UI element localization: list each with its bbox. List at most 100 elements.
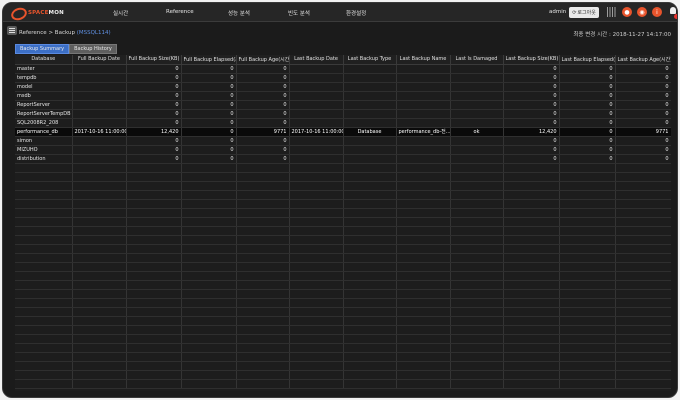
empty-cell (559, 181, 616, 191)
column-header[interactable]: Last Backup Type (343, 55, 397, 65)
table-cell (289, 118, 344, 128)
empty-cell (503, 298, 560, 308)
table-cell: 0 (126, 154, 182, 164)
column-header[interactable]: Full Backup Age(시간) (236, 55, 290, 65)
empty-cell (15, 172, 73, 182)
column-header[interactable]: Last Backup Name (396, 55, 451, 65)
nav-reference[interactable]: Reference (166, 9, 194, 15)
tab-backup-summary[interactable]: Backup Summary (15, 44, 70, 54)
column-header[interactable]: Last Is Damaged (450, 55, 504, 65)
table-row[interactable]: model 0 0 0 0 0 0 (15, 82, 671, 92)
empty-cell (503, 208, 560, 218)
column-header[interactable]: Database (15, 55, 73, 65)
empty-cell (343, 271, 397, 281)
table-row[interactable]: distribution 0 0 0 0 0 0 (15, 154, 671, 164)
table-cell (72, 82, 127, 92)
empty-cell (450, 307, 504, 317)
table-row[interactable]: ReportServer 0 0 0 0 0 0 (15, 100, 671, 110)
table-cell: 0 (181, 109, 237, 119)
empty-cell (615, 253, 671, 263)
nav-frequency-analysis[interactable]: 빈도 분석 (288, 9, 310, 17)
empty-cell (343, 307, 397, 317)
empty-cell (289, 343, 344, 353)
table-cell (396, 64, 451, 74)
empty-cell (126, 235, 182, 245)
logout-button[interactable]: ⟳ 로그아웃 (569, 7, 599, 18)
empty-cell (615, 244, 671, 254)
user-icon[interactable]: ● (622, 7, 632, 17)
table-cell (289, 91, 344, 101)
table-cell (450, 82, 504, 92)
table-cell: 0 (126, 64, 182, 74)
table-row[interactable]: SQL2008R2_208 0 0 0 0 0 0 (15, 118, 671, 128)
empty-cell (289, 199, 344, 209)
empty-cell (15, 199, 73, 209)
column-header[interactable]: Last Backup Date (289, 55, 344, 65)
empty-cell (236, 361, 290, 371)
empty-cell (236, 163, 290, 173)
empty-cell (503, 379, 560, 389)
table-row[interactable]: master 0 0 0 0 0 0 (15, 64, 671, 74)
empty-cell (343, 289, 397, 299)
empty-cell (126, 298, 182, 308)
nav-performance-analysis[interactable]: 성능 분석 (228, 9, 250, 17)
empty-cell (72, 172, 127, 182)
table-cell (396, 136, 451, 146)
column-header[interactable]: Last Backup Size(KB) (503, 55, 560, 65)
table-row[interactable]: performance_db 2017-10-16 11:00:00 12,420 0… (15, 127, 671, 137)
app-logo[interactable]: SPACEMON (11, 6, 64, 19)
empty-cell (503, 352, 560, 362)
settings-icon[interactable]: ◉ (637, 7, 647, 17)
empty-cell (72, 271, 127, 281)
table-row[interactable]: msdb 0 0 0 0 0 0 (15, 91, 671, 101)
empty-cell (503, 289, 560, 299)
empty-cell (559, 361, 616, 371)
table-cell: 0 (181, 127, 237, 137)
table-row[interactable]: MIZUHO 0 0 0 0 0 0 (15, 145, 671, 155)
menu-toggle-icon[interactable] (7, 26, 17, 35)
grid-icon[interactable] (607, 7, 617, 17)
empty-cell (396, 289, 451, 299)
column-header[interactable]: Full Backup Date (72, 55, 127, 65)
table-row[interactable]: ReportServerTempDB 0 0 0 0 0 0 (15, 109, 671, 119)
empty-cell (126, 253, 182, 263)
empty-cell (72, 253, 127, 263)
table-cell: ReportServerTempDB (15, 109, 73, 119)
table-cell: 0 (615, 64, 671, 74)
empty-table-row (15, 289, 671, 299)
nav-settings[interactable]: 환경설정 (346, 9, 366, 17)
empty-cell (559, 316, 616, 326)
info-icon[interactable]: i (652, 7, 662, 17)
empty-cell (289, 208, 344, 218)
table-cell: 2017-10-16 11:00:00 (289, 127, 344, 137)
empty-cell (396, 298, 451, 308)
empty-cell (559, 208, 616, 218)
empty-cell (289, 226, 344, 236)
column-header[interactable]: Full Backup Elapsed(초) (181, 55, 237, 65)
empty-cell (615, 217, 671, 227)
column-header[interactable]: Last Backup Elapsed(초) (559, 55, 616, 65)
breadcrumb-instance[interactable]: (MSSQL114) (77, 30, 111, 36)
empty-cell (289, 352, 344, 362)
column-header[interactable]: Last Backup Age(시간) (615, 55, 671, 65)
empty-cell (343, 190, 397, 200)
empty-cell (126, 379, 182, 389)
empty-cell (615, 163, 671, 173)
table-row[interactable]: tempdb 0 0 0 0 0 0 (15, 73, 671, 83)
empty-cell (615, 316, 671, 326)
empty-cell (396, 370, 451, 380)
empty-cell (396, 217, 451, 227)
logo-text-mon: MON (48, 9, 64, 16)
tab-backup-history[interactable]: Backup History (69, 44, 117, 54)
empty-cell (181, 334, 237, 344)
empty-cell (181, 289, 237, 299)
empty-cell (126, 199, 182, 209)
nav-realtime[interactable]: 실시간 (113, 9, 128, 17)
table-row[interactable]: simon 0 0 0 0 0 0 (15, 136, 671, 146)
empty-cell (450, 217, 504, 227)
empty-table-row (15, 235, 671, 245)
table-cell: 0 (126, 82, 182, 92)
empty-cell (289, 289, 344, 299)
empty-cell (450, 208, 504, 218)
column-header[interactable]: Full Backup Size(KB) (126, 55, 182, 65)
